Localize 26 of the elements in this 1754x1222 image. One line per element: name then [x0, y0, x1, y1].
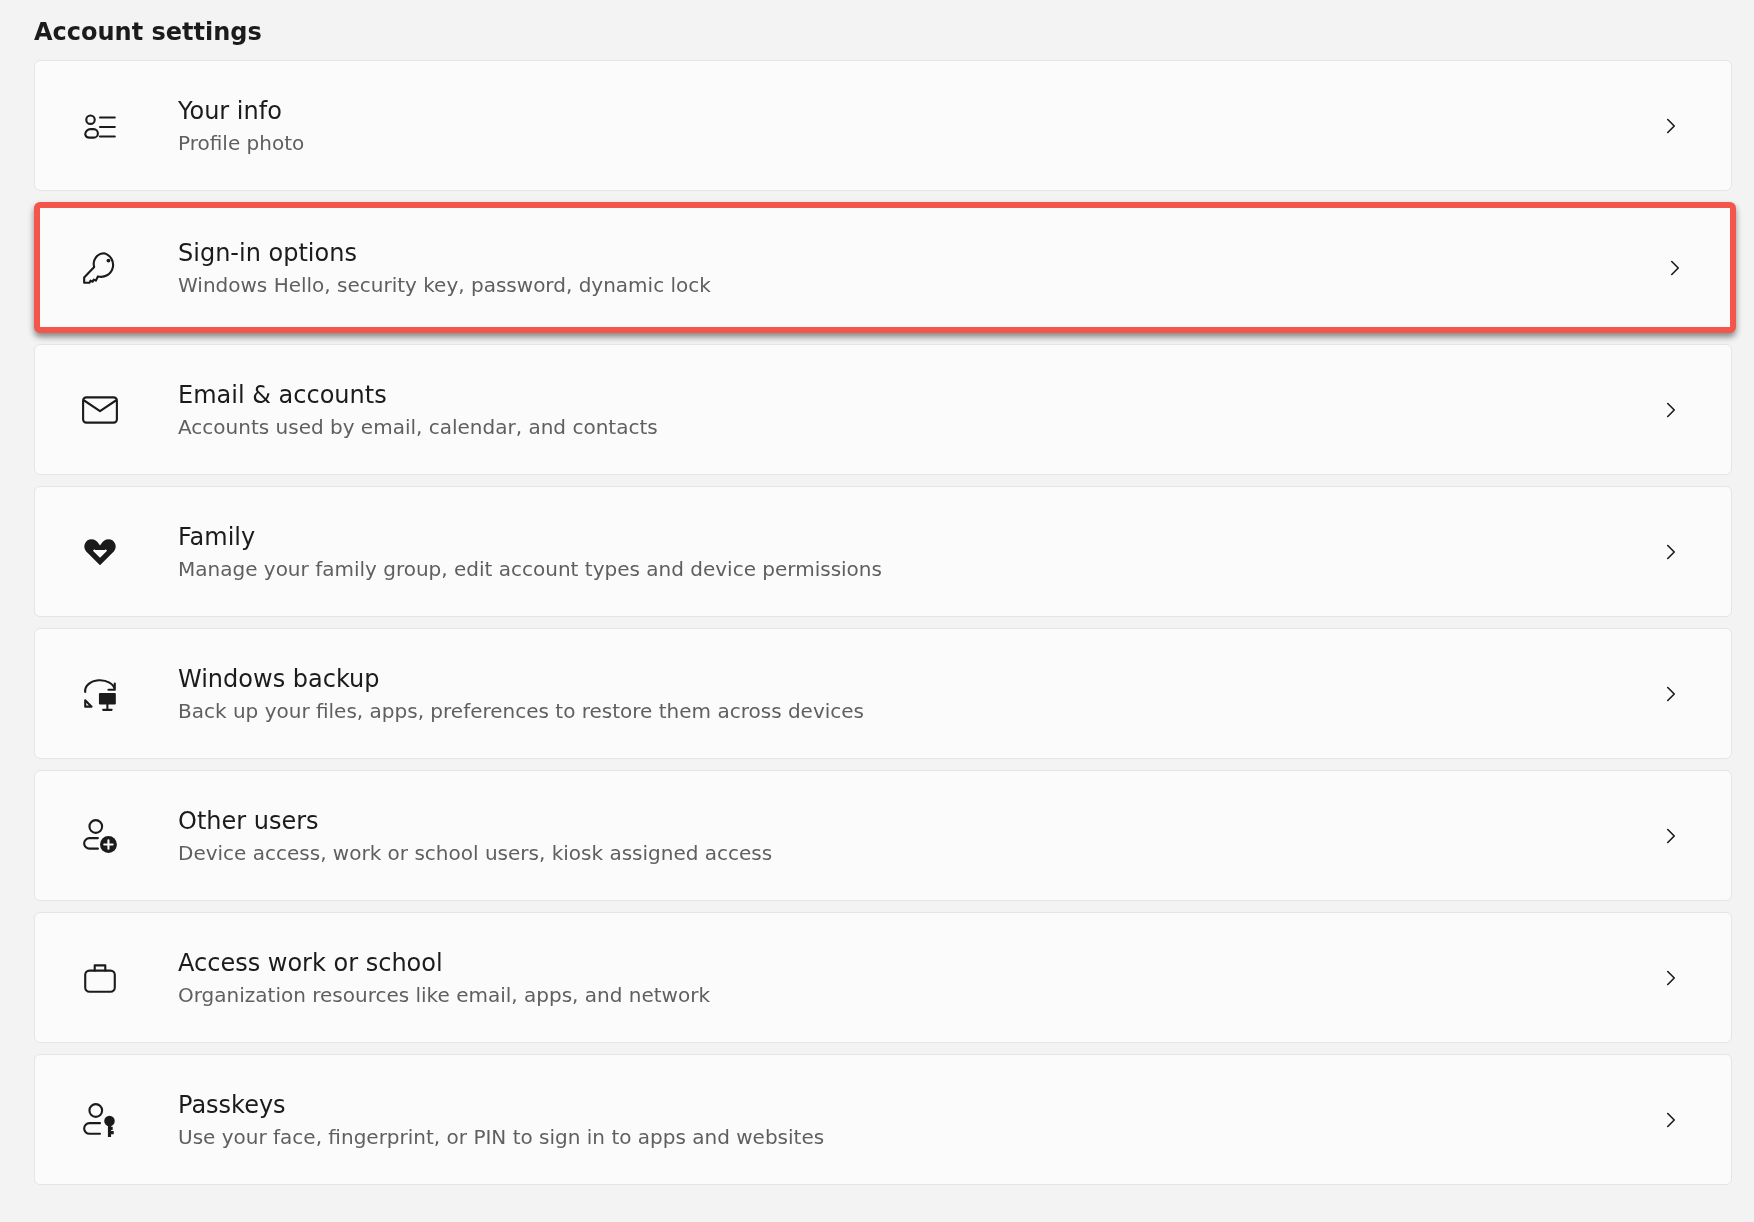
- card-title: Other users: [178, 806, 320, 835]
- highlighted-settings-card[interactable]: Sign-in options Windows Hello, security key, password, dynamic lock: [34, 202, 1736, 333]
- card-title: Your info: [178, 96, 283, 125]
- card-title: Sign-in options: [178, 238, 358, 267]
- settings-card[interactable]: Family Manage your family group, edit account types and device permissions: [34, 486, 1732, 617]
- card-title: Access work or school: [178, 948, 444, 977]
- settings-card[interactable]: Your info Profile photo: [34, 60, 1732, 191]
- card-subtitle: Accounts used by email, calendar, and contacts: [178, 414, 659, 439]
- card-subtitle: Windows Hello, security key, password, dynamic lock: [178, 272, 712, 297]
- settings-card[interactable]: Access work or school Organization resources like email, apps, and network: [34, 912, 1732, 1043]
- card-subtitle: Use your face, fingerprint, or PIN to sign in to apps and websites: [178, 1124, 826, 1149]
- card-title: Family: [178, 522, 257, 551]
- settings-card[interactable]: Email & accounts Accounts used by email, calendar, and contacts: [34, 344, 1732, 475]
- card-subtitle: Profile photo: [178, 130, 306, 155]
- card-subtitle: Back up your files, apps, preferences to restore them across devices: [178, 698, 866, 723]
- section-heading: Account settings: [34, 18, 263, 46]
- card-subtitle: Device access, work or school users, kiosk assigned access: [178, 840, 774, 865]
- card-subtitle: Organization resources like email, apps, and network: [178, 982, 711, 1007]
- settings-card[interactable]: Windows backup Back up your files, apps, preferences to restore them across devices: [34, 628, 1732, 759]
- card-title: Windows backup: [178, 664, 381, 693]
- settings-card[interactable]: Passkeys Use your face, fingerprint, or PIN to sign in to apps and websites: [34, 1054, 1732, 1185]
- card-subtitle: Manage your family group, edit account types and device permissions: [178, 556, 883, 581]
- person-add-icon: [81, 816, 119, 855]
- card-title: Email & accounts: [178, 380, 388, 409]
- card-title: Passkeys: [178, 1090, 287, 1119]
- settings-card[interactable]: Other users Device access, work or school users, kiosk assigned access: [34, 770, 1732, 901]
